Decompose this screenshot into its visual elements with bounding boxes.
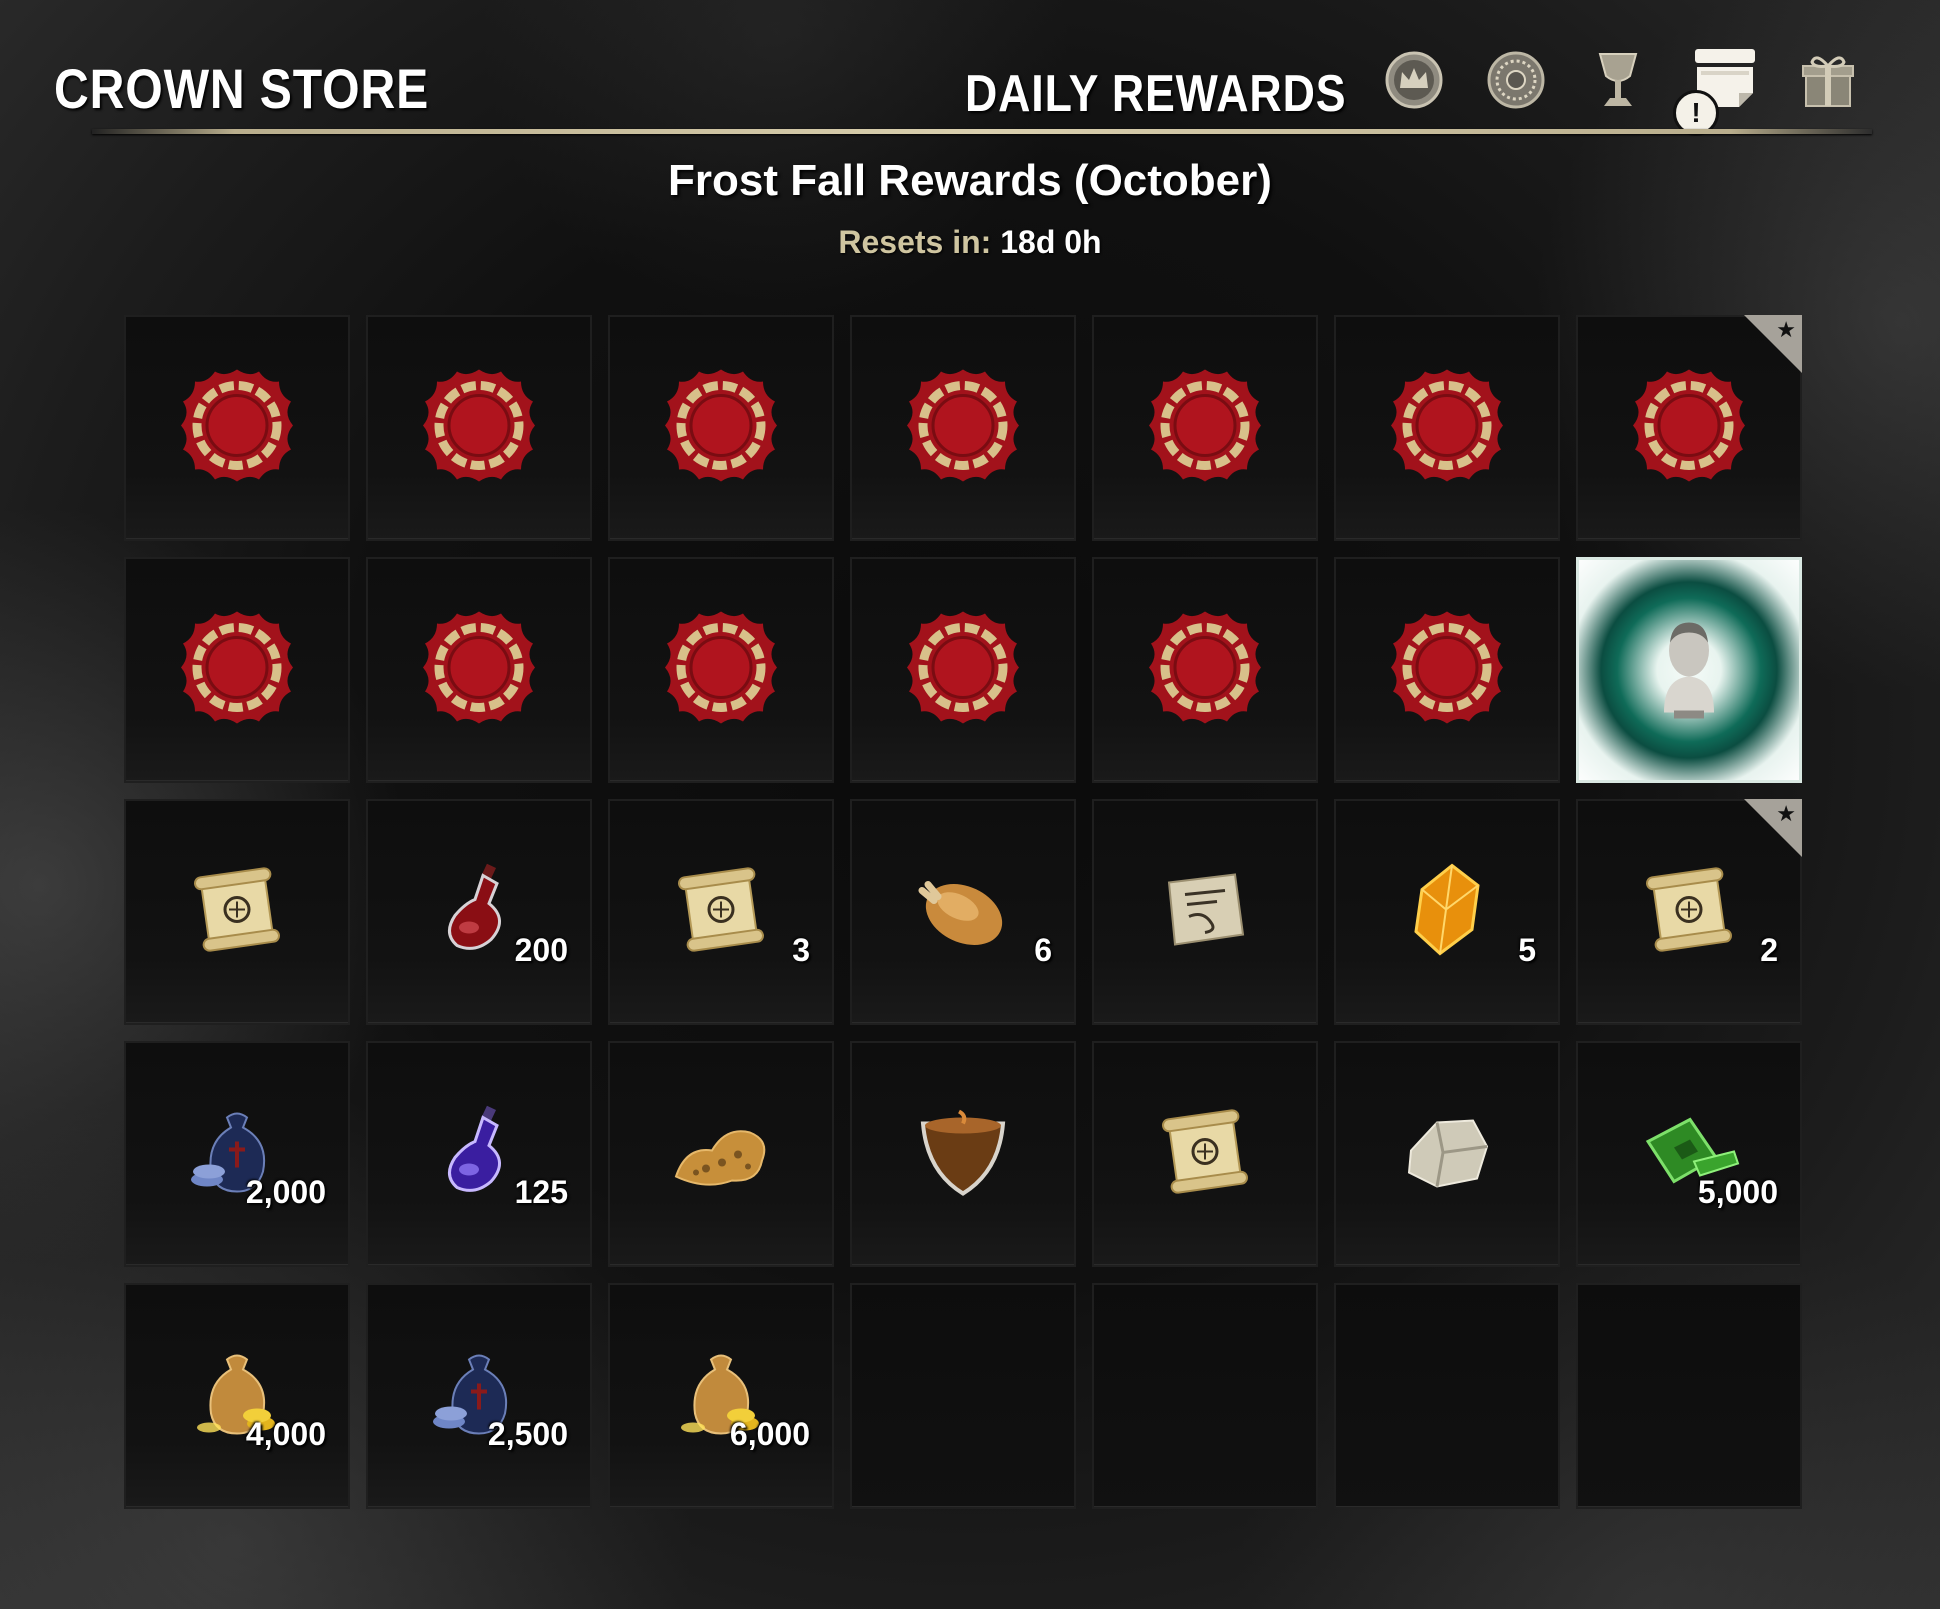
amber-crystal-icon bbox=[1402, 860, 1492, 965]
reward-quantity: 3 bbox=[792, 932, 810, 968]
reward-quantity: 5,000 bbox=[1697, 1174, 1778, 1210]
reward-slot[interactable] bbox=[124, 799, 350, 1025]
reward-slot[interactable]: 6 bbox=[850, 799, 1076, 1025]
reward-quantity: 2,500 bbox=[487, 1416, 568, 1452]
wax-seal-icon bbox=[659, 606, 783, 735]
purple-potion-icon bbox=[439, 1102, 519, 1207]
wax-seal-icon bbox=[659, 364, 783, 493]
reward-slot[interactable]: 2 ★ bbox=[1576, 799, 1802, 1025]
reward-slot[interactable]: 2,000 bbox=[124, 1041, 350, 1267]
roast-food-icon bbox=[908, 865, 1018, 960]
reward-quantity: 5 bbox=[1518, 932, 1536, 968]
chalice-icon[interactable] bbox=[1586, 48, 1650, 112]
reward-slot[interactable]: 6,000 bbox=[608, 1283, 834, 1509]
reward-slot[interactable] bbox=[1334, 315, 1560, 541]
wax-seal-icon bbox=[175, 606, 299, 735]
reward-slot-empty bbox=[1334, 1283, 1560, 1509]
reward-quantity: 125 bbox=[514, 1174, 568, 1210]
reward-slot[interactable]: ★ bbox=[1576, 315, 1802, 541]
reward-slot[interactable] bbox=[850, 1041, 1076, 1267]
reward-slot[interactable] bbox=[1334, 557, 1560, 783]
store-title: CROWN STORE bbox=[54, 57, 430, 120]
reward-slot[interactable] bbox=[1092, 315, 1318, 541]
seal-icon[interactable] bbox=[1484, 48, 1548, 112]
red-potion-icon bbox=[439, 860, 519, 965]
reward-quantity: 200 bbox=[514, 932, 568, 968]
section-title: DAILY REWARDS bbox=[965, 65, 1347, 123]
scroll-icon bbox=[671, 865, 771, 960]
reset-label: Resets in: bbox=[838, 224, 992, 260]
gift-icon[interactable] bbox=[1796, 48, 1860, 112]
reward-slot[interactable]: 5 bbox=[1334, 799, 1560, 1025]
reward-slot-empty bbox=[1092, 1283, 1318, 1509]
reward-slot[interactable] bbox=[608, 315, 834, 541]
star-icon: ★ bbox=[1776, 317, 1796, 342]
sponge-material-icon bbox=[666, 1107, 776, 1202]
header-divider bbox=[92, 129, 1872, 134]
reward-slot[interactable]: 4,000 bbox=[124, 1283, 350, 1509]
reward-slot[interactable] bbox=[366, 557, 592, 783]
reward-quantity: 6 bbox=[1034, 932, 1052, 968]
reward-slot[interactable] bbox=[366, 315, 592, 541]
reward-slot[interactable] bbox=[1092, 799, 1318, 1025]
reward-slot[interactable] bbox=[850, 557, 1076, 783]
reward-slot[interactable] bbox=[608, 557, 834, 783]
reward-slot[interactable] bbox=[124, 557, 350, 783]
crown-icon[interactable] bbox=[1382, 48, 1446, 112]
reset-timer: Resets in: 18d 0h bbox=[0, 224, 1940, 261]
reward-slot[interactable]: 2,500 bbox=[366, 1283, 592, 1509]
reward-slot[interactable] bbox=[1576, 557, 1802, 783]
period-title: Frost Fall Rewards (October) bbox=[668, 156, 1272, 205]
star-icon: ★ bbox=[1776, 801, 1796, 826]
scroll-icon bbox=[1639, 865, 1739, 960]
reward-slot[interactable]: 125 bbox=[366, 1041, 592, 1267]
reward-slot[interactable] bbox=[1092, 1041, 1318, 1267]
wax-seal-icon bbox=[1627, 364, 1751, 493]
wax-seal-icon bbox=[1385, 364, 1509, 493]
reward-quantity: 2 bbox=[1760, 932, 1778, 968]
wax-seal-icon bbox=[901, 364, 1025, 493]
drink-bowl-icon bbox=[913, 1102, 1013, 1207]
header: CROWN STORE DAILY REWARDS ! bbox=[0, 0, 1940, 140]
wax-seal-icon bbox=[901, 606, 1025, 735]
reset-value: 18d 0h bbox=[1000, 224, 1102, 260]
reward-quantity: 2,000 bbox=[245, 1174, 326, 1210]
wax-seal-icon bbox=[417, 364, 541, 493]
reward-slot[interactable]: 200 bbox=[366, 799, 592, 1025]
reward-slot[interactable] bbox=[124, 315, 350, 541]
reward-slot[interactable] bbox=[1092, 557, 1318, 783]
reward-slot[interactable]: 5,000 bbox=[1576, 1041, 1802, 1267]
scroll-icon bbox=[1155, 1107, 1255, 1202]
wax-seal-icon bbox=[175, 364, 299, 493]
stone-material-icon bbox=[1397, 1107, 1497, 1202]
reward-slot[interactable] bbox=[1334, 1041, 1560, 1267]
reward-quantity: 4,000 bbox=[245, 1416, 326, 1452]
reward-slot[interactable] bbox=[608, 1041, 834, 1267]
recipe-paper-icon bbox=[1155, 865, 1255, 960]
bust-icon bbox=[1644, 613, 1734, 728]
rewards-grid: ★ 200 3 6 5 2 ★ 2,000 125 5,000 4,000 2,… bbox=[124, 315, 1802, 1509]
reward-slot[interactable] bbox=[850, 315, 1076, 541]
reward-quantity: 6,000 bbox=[729, 1416, 810, 1452]
reward-slot-empty bbox=[1576, 1283, 1802, 1509]
reward-slot[interactable]: 3 bbox=[608, 799, 834, 1025]
wax-seal-icon bbox=[1385, 606, 1509, 735]
wax-seal-icon bbox=[1143, 606, 1267, 735]
wax-seal-icon bbox=[417, 606, 541, 735]
reward-slot-empty bbox=[850, 1283, 1076, 1509]
scroll-icon bbox=[187, 865, 287, 960]
wax-seal-icon bbox=[1143, 364, 1267, 493]
